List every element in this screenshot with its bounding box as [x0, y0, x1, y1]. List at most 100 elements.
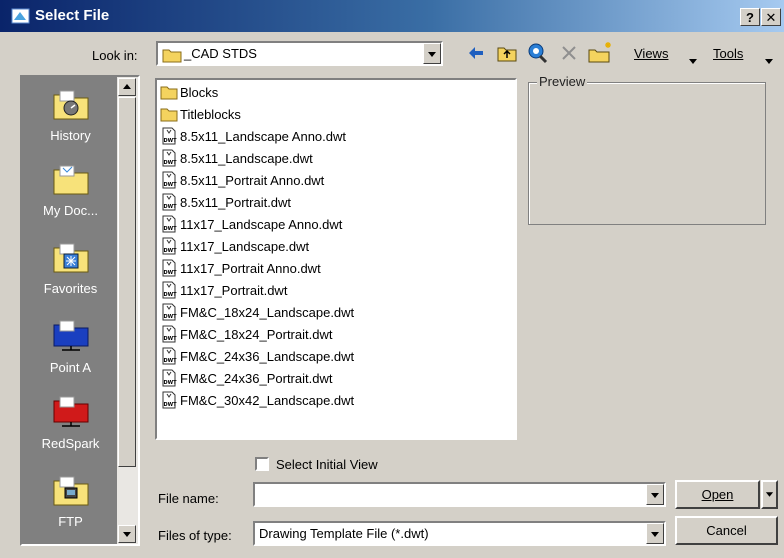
dwt-file-icon: DWT	[162, 391, 177, 409]
dwt-file-icon: DWT	[162, 193, 178, 211]
file-name: FM&C_18x24_Landscape.dwt	[180, 304, 355, 320]
preview-pane: Preview	[528, 74, 766, 225]
place-label: Point A	[49, 360, 92, 375]
search-web-icon[interactable]	[527, 41, 549, 65]
history-folder-icon	[53, 90, 88, 120]
list-item[interactable]: Titleblocks	[160, 103, 241, 125]
dwt-file-icon: DWT	[162, 369, 178, 387]
open-options-button[interactable]	[761, 480, 778, 509]
file-name: 8.5x11_Portrait Anno.dwt	[180, 172, 325, 188]
list-item[interactable]: DWT 8.5x11_Landscape Anno.dwt	[160, 125, 346, 147]
tools-label: Tools	[713, 46, 744, 61]
new-folder-icon[interactable]	[588, 41, 614, 65]
look-in-dropdown-button[interactable]	[423, 43, 441, 64]
file-name: 11x17_Portrait.dwt	[180, 282, 288, 298]
chevron-down-icon	[765, 492, 774, 497]
list-item[interactable]: DWT 11x17_Portrait.dwt	[160, 279, 287, 301]
svg-text:DWT: DWT	[164, 314, 178, 320]
look-in-dropdown[interactable]: _CAD STDS	[156, 41, 443, 66]
file-list[interactable]: Blocks Titleblocks DWT 8.5x11_Landscape Ann…	[155, 78, 517, 440]
list-item[interactable]: DWT FM&C_18x24_Portrait.dwt	[160, 323, 332, 345]
dwt-file-icon: DWT	[162, 149, 178, 167]
places-bar[interactable]: History My Doc... Favorites Point A RedS…	[20, 75, 140, 546]
tools-dropdown-arrow-icon[interactable]	[764, 50, 774, 74]
select-initial-view-checkbox[interactable]	[255, 457, 269, 471]
file-name: FM&C_18x24_Portrait.dwt	[180, 326, 333, 342]
favorites-folder-icon	[53, 243, 88, 273]
place-favorites[interactable]: Favorites	[22, 240, 119, 296]
place-label: FTP	[58, 514, 83, 529]
dwt-file-icon: DWT	[162, 171, 177, 189]
svg-text:DWT: DWT	[164, 204, 178, 210]
views-label: Views	[634, 46, 669, 61]
file-name: FM&C_24x36_Portrait.dwt	[180, 370, 333, 386]
files-of-type-label: Files of type:	[158, 528, 232, 543]
scroll-down-button[interactable]	[118, 525, 136, 543]
cancel-button[interactable]: Cancel	[675, 516, 778, 545]
file-name-input[interactable]	[253, 482, 666, 507]
dwt-file-icon: DWT	[162, 215, 178, 233]
dwt-file-icon: DWT	[162, 281, 178, 299]
place-label: My Doc...	[43, 203, 98, 218]
files-of-type-dropdown-button[interactable]	[646, 523, 664, 544]
help-button[interactable]: ?	[740, 8, 760, 26]
close-button[interactable]: ✕	[761, 8, 781, 26]
svg-text:DWT: DWT	[164, 248, 178, 254]
dwt-file-icon: DWT	[162, 127, 177, 145]
place-point-a[interactable]: Point A	[22, 319, 119, 375]
back-arrow-icon[interactable]	[467, 41, 485, 65]
list-item[interactable]: DWT FM&C_30x42_Landscape.dwt	[160, 389, 354, 411]
folder-icon	[160, 86, 178, 100]
place-ftp[interactable]: FTP	[22, 473, 119, 529]
list-item[interactable]: DWT 8.5x11_Portrait.dwt	[160, 191, 291, 213]
svg-text:DWT: DWT	[164, 358, 178, 364]
list-item[interactable]: DWT 11x17_Landscape Anno.dwt	[160, 213, 342, 235]
list-item[interactable]: DWT 11x17_Landscape.dwt	[160, 235, 309, 257]
place-label: Favorites	[43, 281, 98, 296]
svg-text:DWT: DWT	[164, 292, 178, 298]
list-item[interactable]: Blocks	[160, 81, 218, 103]
svg-text:DWT: DWT	[164, 160, 178, 166]
list-item[interactable]: DWT FM&C_24x36_Landscape.dwt	[160, 345, 354, 367]
window-title: Select File	[35, 7, 110, 24]
svg-text:DWT: DWT	[164, 270, 178, 276]
app-icon	[11, 8, 30, 24]
views-menu[interactable]: Views	[634, 46, 668, 61]
scroll-up-button[interactable]	[118, 78, 136, 96]
place-label: RedSpark	[41, 436, 100, 451]
tools-menu[interactable]: Tools	[713, 46, 743, 61]
select-initial-view-label: Select Initial View	[276, 457, 378, 472]
file-name: 11x17_Portrait Anno.dwt	[180, 260, 321, 276]
list-item[interactable]: DWT 8.5x11_Landscape.dwt	[160, 147, 313, 169]
up-folder-icon[interactable]	[497, 41, 517, 65]
dwt-file-icon: DWT	[162, 259, 178, 277]
file-name: FM&C_30x42_Landscape.dwt	[180, 392, 355, 408]
ftp-folder-icon	[53, 476, 88, 506]
dwt-file-icon: DWT	[162, 237, 178, 255]
places-scrollbar[interactable]	[117, 77, 138, 544]
open-button[interactable]: Open	[675, 480, 760, 509]
file-name: 8.5x11_Landscape Anno.dwt	[180, 128, 347, 144]
dwt-file-icon: DWT	[162, 325, 177, 343]
place-redspark[interactable]: RedSpark	[22, 395, 119, 451]
my-documents-folder-icon	[53, 165, 88, 195]
file-name-dropdown-button[interactable]	[646, 484, 664, 505]
title-bar: Select File ? ✕	[0, 0, 784, 32]
delete-icon[interactable]	[560, 41, 578, 65]
look-in-value: _CAD STDS	[184, 46, 257, 61]
list-item[interactable]: DWT FM&C_18x24_Landscape.dwt	[160, 301, 354, 323]
place-my-documents[interactable]: My Doc...	[22, 162, 119, 218]
file-name-label: File name:	[158, 491, 219, 506]
preview-label: Preview	[537, 74, 588, 89]
list-item[interactable]: DWT 11x17_Portrait Anno.dwt	[160, 257, 321, 279]
svg-text:DWT: DWT	[164, 226, 178, 232]
files-of-type-value: Drawing Template File (*.dwt)	[259, 526, 429, 541]
list-item[interactable]: DWT 8.5x11_Portrait Anno.dwt	[160, 169, 324, 191]
network-folder-icon	[53, 320, 88, 351]
list-item[interactable]: DWT FM&C_24x36_Portrait.dwt	[160, 367, 332, 389]
views-dropdown-arrow-icon[interactable]	[688, 50, 698, 74]
files-of-type-dropdown[interactable]: Drawing Template File (*.dwt)	[253, 521, 666, 546]
place-history[interactable]: History	[22, 87, 119, 143]
svg-text:DWT: DWT	[164, 380, 178, 386]
scroll-thumb[interactable]	[118, 97, 136, 467]
